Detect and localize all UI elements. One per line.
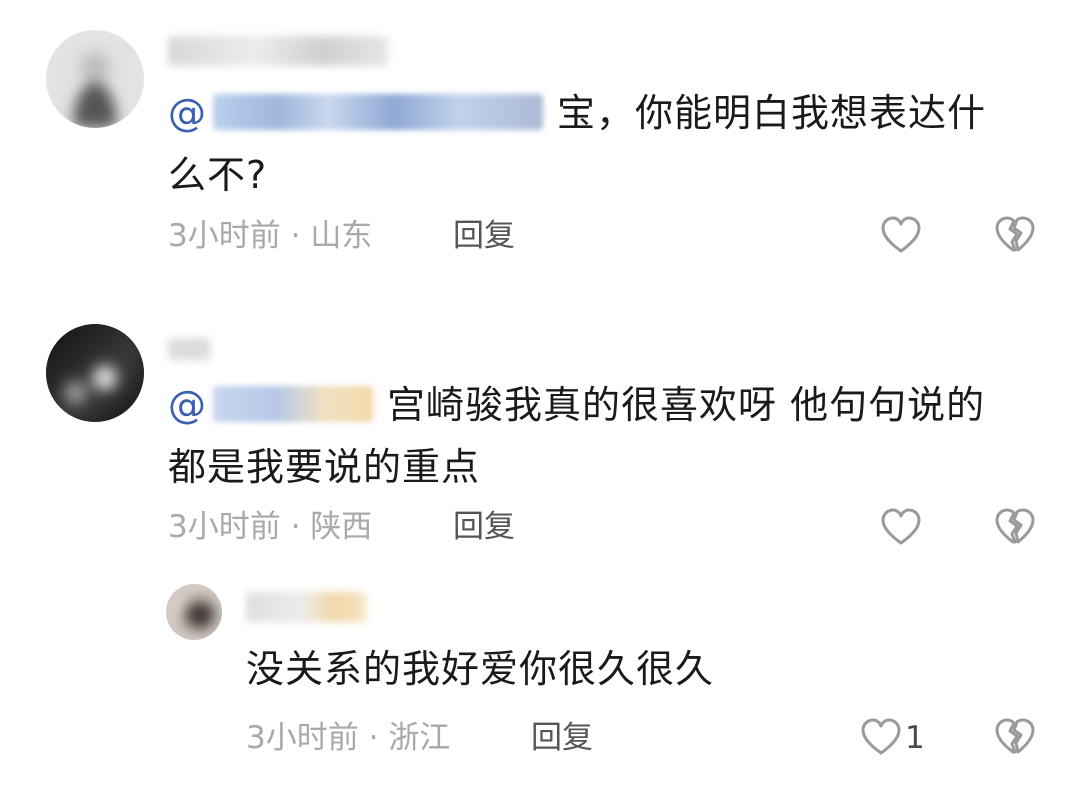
avatar[interactable]: [46, 30, 144, 128]
mention-at[interactable]: @: [168, 91, 207, 135]
avatar[interactable]: [166, 584, 222, 640]
like-count: 1: [905, 720, 925, 756]
comment-item: @ 宝，你能明白我想表达什 么不? 3小时前 · 山东 回复: [0, 0, 1080, 280]
reply-button[interactable]: 回复: [531, 718, 593, 758]
comment-text-line2: 都是我要说的重点: [168, 445, 481, 489]
location: 山东: [310, 218, 373, 254]
reply-button[interactable]: 回复: [453, 216, 515, 256]
broken-heart-icon[interactable]: [993, 506, 1037, 550]
comment-text-line1: 没关系的我好爱你很久很久: [246, 647, 715, 691]
username-blurred[interactable]: [168, 36, 388, 66]
comment-text-line1: 宫崎骏我真的很喜欢呀 他句句说的: [387, 383, 986, 427]
comment-item: @ 宫崎骏我真的很喜欢呀 他句句说的 都是我要说的重点 3小时前 · 陕西 回复: [0, 310, 1080, 580]
meta-separator: ·: [290, 218, 301, 254]
avatar[interactable]: [46, 324, 144, 422]
comment-text: @ 宫崎骏我真的很喜欢呀 他句句说的 都是我要说的重点: [168, 374, 1048, 498]
location: 浙江: [388, 720, 451, 756]
mention-at[interactable]: @: [168, 383, 207, 427]
timestamp: 3小时前: [168, 218, 281, 254]
heart-outline-icon[interactable]: [859, 716, 903, 760]
timestamp: 3小时前: [246, 720, 359, 756]
comment-text-line2: 么不?: [168, 153, 268, 197]
meta-separator: ·: [368, 720, 379, 756]
username-blurred[interactable]: [168, 338, 210, 360]
mention-blurred[interactable]: [213, 385, 373, 422]
mention-blurred[interactable]: [213, 93, 543, 130]
reply-comment-item: 没关系的我好爱你很久很久 3小时前 · 浙江 回复 1: [0, 580, 1080, 796]
meta-separator: ·: [290, 509, 301, 545]
username-blurred[interactable]: [246, 592, 366, 622]
broken-heart-icon[interactable]: [993, 214, 1037, 258]
heart-outline-icon[interactable]: [879, 506, 923, 550]
comment-text: 没关系的我好爱你很久很久: [246, 638, 1006, 700]
location: 陕西: [310, 509, 373, 545]
comment-meta: 3小时前 · 浙江: [246, 718, 450, 758]
comment-text-line1: 宝，你能明白我想表达什: [557, 91, 987, 135]
broken-heart-icon[interactable]: [993, 716, 1037, 760]
heart-outline-icon[interactable]: [879, 214, 923, 258]
reply-button[interactable]: 回复: [453, 507, 515, 547]
comment-text: @ 宝，你能明白我想表达什 么不?: [168, 82, 1028, 206]
timestamp: 3小时前: [168, 509, 281, 545]
comment-meta: 3小时前 · 陕西: [168, 507, 372, 547]
comment-meta: 3小时前 · 山东: [168, 216, 372, 256]
